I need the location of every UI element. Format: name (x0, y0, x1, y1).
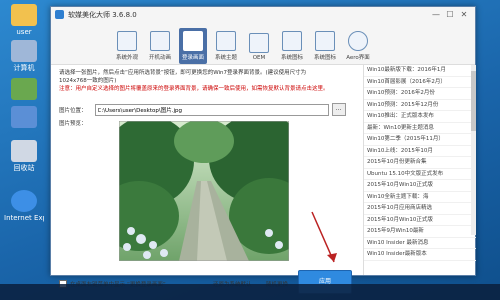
sidebar-news-item[interactable]: Win10上线：2015年10月 (364, 146, 476, 157)
theme-icon (216, 31, 236, 51)
desktop-icon-control[interactable] (4, 106, 44, 130)
desktop-icon-label: 回收站 (13, 164, 35, 172)
preview-label: 图片预览： (59, 121, 87, 127)
sidebar-news-item[interactable]: Win10 Insider最新版本 (364, 249, 476, 261)
tool-label: 登录画面 (181, 55, 204, 61)
tool-login-screen[interactable]: 登录画面 (179, 28, 207, 64)
desktop-icon-computer[interactable]: 计算机 (4, 40, 44, 73)
desktop-icon-label: user (16, 28, 32, 36)
sidebar-news-item[interactable]: Win10最新版下载：2016年1月 (364, 65, 476, 77)
instructions: 请选择一张图片，然后点击“应用所选背景”按钮，即可更换您的Win7登录界面背景。… (59, 69, 349, 93)
desktop-icon-recycle-bin[interactable]: 回收站 (4, 140, 44, 173)
tool-system-icons[interactable]: 系统图标 (278, 31, 306, 64)
window-titlebar[interactable]: 软媒美化大师 3.6.8.0 — ☐ ✕ (51, 7, 475, 22)
sidebar-news-item[interactable]: Ubuntu 15.10中文版正式发布 (364, 169, 476, 180)
instructions-line2: 1024x768一致的图片) (59, 78, 117, 84)
user-folder-icon (11, 4, 37, 26)
tool-label: 系统外观 (115, 55, 138, 61)
browse-button[interactable]: … (331, 103, 346, 116)
desktop-icon-network[interactable] (4, 78, 44, 102)
tool-boot-animation[interactable]: 开机动画 (146, 31, 174, 64)
app-icon (55, 10, 64, 19)
network-icon (11, 78, 37, 100)
tool-label: 开机动画 (148, 55, 171, 61)
sidebar-news-item[interactable]: 2015年9月Win10最新 (364, 226, 476, 238)
news-sidebar: Win10最新版下载：2016年1月 Win10首届影展（2016年2月） Win1… (363, 65, 476, 275)
tool-system-appearance[interactable]: 系统外观 (113, 31, 141, 64)
tool-system-icons-2[interactable]: 系统图标 (311, 31, 339, 64)
window-title: 软媒美化大师 3.6.8.0 (68, 10, 137, 19)
path-label: 图片位置： (59, 107, 87, 114)
taskbar (0, 284, 500, 300)
sidebar-news-item[interactable]: Win10预测：2015年12月份 (364, 100, 476, 111)
oem-icon (249, 33, 269, 53)
internet-explorer-icon (11, 190, 37, 212)
sidebar-news-item[interactable]: Win10全新主题下载：海 (364, 192, 476, 203)
windows-logo-icon (150, 31, 170, 51)
appearance-icon (117, 31, 137, 51)
maximize-button[interactable]: ☐ (443, 9, 457, 20)
close-button[interactable]: ✕ (457, 9, 471, 20)
beautify-master-window: 软媒美化大师 3.6.8.0 — ☐ ✕ 系统外观 开机动画 登录画面 系统主题… (50, 6, 476, 294)
desktop-icon-ie[interactable]: Internet Explorer (4, 190, 44, 223)
sidebar-news-item[interactable]: Win10 Insider 最新消息 (364, 238, 476, 249)
image-path-row: 图片位置： … (59, 103, 346, 116)
background-preview-image (119, 121, 289, 261)
forest-path-image (119, 121, 289, 261)
tool-system-theme[interactable]: 系统主题 (212, 31, 240, 64)
desktop-icon-user[interactable]: user (4, 4, 44, 37)
tool-label: Aero界面 (346, 55, 370, 61)
sidebar-news-item[interactable]: 2015年10月应用商店精选 (364, 203, 476, 215)
tool-oem[interactable]: OEM (245, 33, 273, 64)
sidebar-news-item[interactable]: Win10首届影展（2016年2月） (364, 77, 476, 88)
sidebar-news-item[interactable]: 最新：Win10更新主题消息 (364, 123, 476, 134)
aero-icon (348, 31, 368, 51)
desktop-icon-label: Internet Explorer (4, 214, 44, 222)
feature-toolbar: 系统外观 开机动画 登录画面 系统主题 OEM 系统图标 系统图标 Aero界面 (51, 22, 475, 65)
image-path-input[interactable] (94, 103, 329, 116)
tool-label: 系统图标 (313, 55, 336, 61)
sidebar-news-item[interactable]: Win10推出：正式版本发布 (364, 111, 476, 123)
tool-label: 系统主题 (214, 55, 237, 61)
folder-icon (315, 31, 335, 51)
recycle-bin-icon (11, 140, 37, 162)
tool-label: 系统图标 (280, 55, 303, 61)
sidebar-scrollbar[interactable] (471, 65, 476, 235)
tool-aero[interactable]: Aero界面 (344, 31, 372, 64)
monitor-icon (282, 31, 302, 51)
sidebar-news-item[interactable]: 2015年10月Win10正式版 (364, 215, 476, 226)
sidebar-news-item[interactable]: Win10预测：2016年2月份 (364, 88, 476, 100)
instructions-line1: 请选择一张图片，然后点击“应用所选背景”按钮，即可更换您的Win7登录界面背景。… (59, 70, 307, 76)
sidebar-news-item[interactable]: 2015年10月Win10正式版 (364, 180, 476, 192)
sidebar-news-item[interactable]: Win10第二季（2015年11月） (364, 134, 476, 146)
sidebar-news-item[interactable]: 2015年10月份更新合集 (364, 157, 476, 169)
computer-icon (11, 40, 37, 62)
desktop-icon-label: 计算机 (13, 64, 35, 72)
instructions-warning: 注意：用户自定义选择的图片将覆盖原来的登录界面背景，请确保一致后使用，如需恢复默… (59, 86, 329, 92)
scrollbar-thumb[interactable] (471, 71, 476, 131)
minimize-button[interactable]: — (429, 9, 443, 20)
control-panel-icon (11, 106, 37, 128)
login-screen-panel: 请选择一张图片，然后点击“应用所选背景”按钮，即可更换您的Win7登录界面背景。… (51, 65, 352, 294)
tool-label: OEM (252, 55, 266, 61)
login-screen-icon (183, 31, 203, 51)
